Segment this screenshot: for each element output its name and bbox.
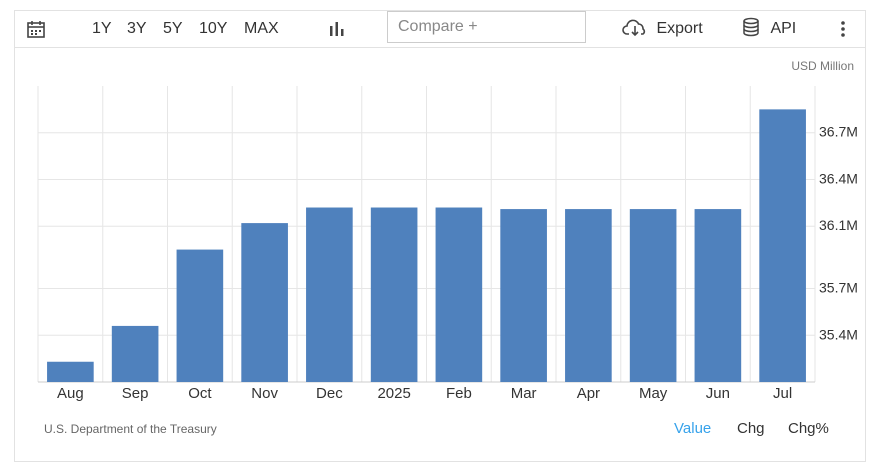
bar	[565, 209, 612, 382]
y-tick-label: 35.7M	[819, 280, 858, 296]
y-tick-label: 36.4M	[819, 170, 858, 186]
bar	[47, 361, 94, 382]
bar	[111, 325, 159, 382]
x-tick-label: Nov	[251, 385, 278, 402]
source-label: U.S. Department of the Treasury	[44, 422, 217, 436]
x-tick-label: Jul	[773, 385, 792, 402]
y-tick-label: 36.1M	[819, 217, 858, 233]
x-tick-label: May	[639, 385, 668, 402]
bar	[694, 209, 742, 382]
y-tick-label: 36.7M	[819, 124, 858, 140]
bar	[306, 207, 353, 382]
chg-tab[interactable]: Chg	[737, 420, 765, 437]
bar	[629, 209, 677, 382]
value-tab[interactable]: Value	[674, 420, 711, 437]
bar	[241, 223, 288, 382]
x-tick-label: Mar	[511, 385, 537, 402]
bar	[500, 209, 547, 382]
bar	[435, 207, 483, 382]
bar-chart: 35.4M 35.7M 36.1M 36.4M 36.7M Aug Sep Oct Nov Dec…	[37, 86, 858, 402]
bar	[759, 109, 806, 383]
x-tick-label: 2025	[377, 385, 410, 402]
x-tick-label: Oct	[188, 385, 212, 402]
x-tick-label: Sep	[122, 385, 149, 402]
y-tick-label: 35.4M	[819, 326, 858, 342]
x-tick-label: Jun	[706, 385, 730, 402]
chg-percent-tab[interactable]: Chg%	[788, 420, 829, 437]
x-tick-label: Feb	[446, 385, 472, 402]
bar	[370, 207, 418, 382]
bar	[176, 249, 224, 382]
x-tick-label: Aug	[57, 385, 84, 402]
x-tick-label: Apr	[577, 385, 600, 402]
x-tick-label: Dec	[316, 385, 343, 402]
